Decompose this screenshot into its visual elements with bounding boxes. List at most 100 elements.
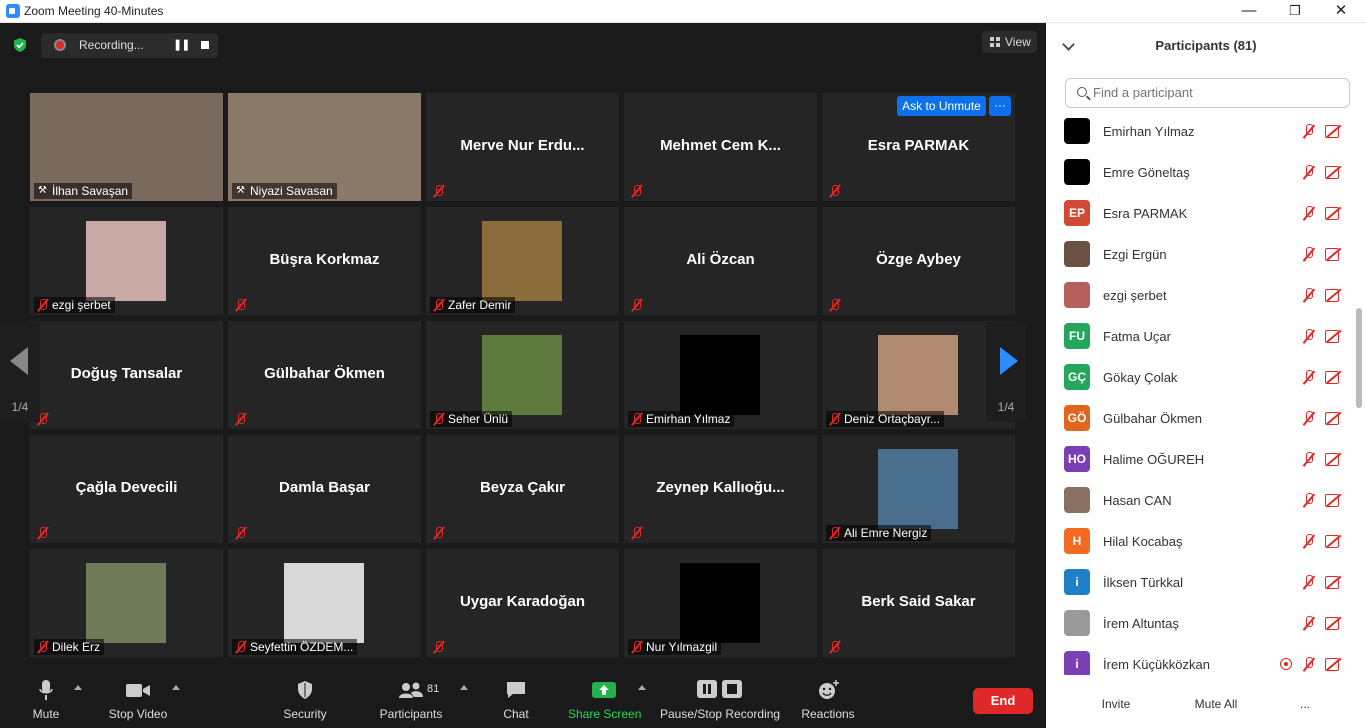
video-off-icon xyxy=(1325,125,1343,138)
window-title: Zoom Meeting 40-Minutes xyxy=(24,4,164,18)
participant-row[interactable]: ezgi şerbet xyxy=(1046,275,1356,316)
participants-options-caret[interactable] xyxy=(460,685,468,690)
ask-to-unmute-button[interactable]: Ask to Unmute xyxy=(897,96,986,116)
security-shield-icon[interactable] xyxy=(12,37,28,53)
tile-label-text: Seyfettin ÖZDEM... xyxy=(250,640,354,654)
participants-count: 81 xyxy=(427,683,440,695)
video-tile[interactable]: Ali Emre Nergiz xyxy=(822,435,1015,543)
video-tile[interactable]: Ali Özcan xyxy=(624,207,817,315)
video-tile[interactable]: Doğuş Tansalar xyxy=(30,321,223,429)
video-off-icon xyxy=(1325,617,1343,630)
close-button[interactable]: ✕ xyxy=(1318,0,1364,23)
video-tile[interactable]: Beyza Çakır xyxy=(426,435,619,543)
participants-icon xyxy=(399,682,423,698)
mute-options-caret[interactable] xyxy=(74,685,82,690)
participant-row[interactable]: Emirhan Yılmaz xyxy=(1046,111,1356,152)
participant-row[interactable]: FU Fatma Uçar xyxy=(1046,316,1356,357)
tile-label-text: Deniz Ortaçbayr... xyxy=(844,412,941,426)
tile-name-label: Zafer Demir xyxy=(430,297,516,313)
chat-button[interactable]: Chat xyxy=(496,679,536,723)
video-tile[interactable]: Zafer Demir xyxy=(426,207,619,315)
participant-row[interactable]: EP Esra PARMAK xyxy=(1046,193,1356,234)
mic-muted-icon xyxy=(1302,411,1316,426)
mic-muted-icon xyxy=(234,526,248,540)
participant-search[interactable] xyxy=(1065,78,1350,108)
video-off-icon xyxy=(1325,248,1343,261)
more-options-button[interactable]: ... xyxy=(1294,690,1316,716)
view-button[interactable]: View xyxy=(982,31,1037,53)
search-icon xyxy=(1077,87,1087,97)
video-tile[interactable]: Seher Ünlü xyxy=(426,321,619,429)
video-off-icon xyxy=(1325,166,1343,179)
participant-row[interactable]: i İlksen Türkkal xyxy=(1046,562,1356,603)
participant-row[interactable]: Ezgi Ergün xyxy=(1046,234,1356,275)
mic-muted-icon xyxy=(828,640,842,654)
video-tile[interactable]: Özge Aybey xyxy=(822,207,1015,315)
participant-row[interactable]: i İrem Küçükközkan xyxy=(1046,644,1356,675)
video-tile[interactable]: ezgi şerbet xyxy=(30,207,223,315)
video-off-icon xyxy=(1325,658,1343,671)
participant-row[interactable]: Hasan CAN xyxy=(1046,480,1356,521)
participant-list-scrollbar[interactable] xyxy=(1356,113,1362,673)
participant-row[interactable]: HO Halime OĞUREH xyxy=(1046,439,1356,480)
mute-all-button[interactable]: Mute All xyxy=(1186,690,1246,716)
video-options-caret[interactable] xyxy=(172,685,180,690)
video-tile[interactable]: Çağla Devecili xyxy=(30,435,223,543)
participant-row[interactable]: GÖ Gülbahar Ökmen xyxy=(1046,398,1356,439)
next-page-button[interactable]: 1/4 xyxy=(986,322,1026,422)
meeting-toolbar: Mute Stop Video Security Participants 81… xyxy=(0,667,1046,728)
video-tile[interactable]: Damla Başar xyxy=(228,435,421,543)
video-off-icon xyxy=(1325,412,1343,425)
mic-muted-icon xyxy=(1302,329,1316,344)
video-grid: İlhan Savaşan Niyazi Savasan Merve Nur Erd… xyxy=(30,93,1017,658)
participant-row[interactable]: H Hilal Kocabaş xyxy=(1046,521,1356,562)
video-tile[interactable]: İlhan Savaşan xyxy=(30,93,223,201)
mute-button[interactable]: Mute xyxy=(26,679,66,723)
zoom-app-icon xyxy=(6,4,20,18)
minimize-button[interactable]: — xyxy=(1226,0,1272,23)
video-tile[interactable]: Merve Nur Erdu... xyxy=(426,93,619,201)
video-tile[interactable]: Mehmet Cem K... xyxy=(624,93,817,201)
participant-row[interactable]: GÇ Gökay Çolak xyxy=(1046,357,1356,398)
video-tile[interactable]: Zeynep Kallıoğu... xyxy=(624,435,817,543)
video-tile[interactable]: Dilek Erz xyxy=(30,549,223,657)
tile-name-label: İlhan Savaşan xyxy=(34,183,133,199)
pause-stop-recording-button[interactable]: Pause/Stop Recording xyxy=(660,679,780,723)
mic-muted-icon xyxy=(36,526,50,540)
mic-muted-icon xyxy=(630,412,644,426)
tile-name: Mehmet Cem K... xyxy=(660,137,781,154)
recording-dot-icon xyxy=(54,39,66,51)
participant-search-input[interactable] xyxy=(1093,85,1333,100)
reactions-button[interactable]: Reactions xyxy=(800,679,856,723)
video-tile[interactable]: Büşra Korkmaz xyxy=(228,207,421,315)
participant-name: İrem Küçükközkan xyxy=(1103,657,1210,672)
participant-row[interactable]: İrem Altuntaş xyxy=(1046,603,1356,644)
scroll-thumb[interactable] xyxy=(1356,308,1362,408)
mic-muted-icon xyxy=(1302,124,1316,139)
avatar: HO xyxy=(1064,446,1090,472)
tile-more-button[interactable]: ··· xyxy=(989,96,1011,116)
video-tile[interactable]: Gülbahar Ökmen xyxy=(228,321,421,429)
stop-video-button[interactable]: Stop Video xyxy=(104,679,172,723)
video-tile[interactable]: Nur Yılmazgil xyxy=(624,549,817,657)
mute-label: Mute xyxy=(32,707,60,721)
share-options-caret[interactable] xyxy=(638,685,646,690)
mic-muted-icon xyxy=(828,412,842,426)
previous-page-button[interactable]: 1/4 xyxy=(0,322,40,422)
video-tile[interactable]: Berk Said Sakar xyxy=(822,549,1015,657)
stop-recording-icon[interactable] xyxy=(201,41,209,49)
video-tile[interactable]: Uygar Karadoğan xyxy=(426,549,619,657)
pause-recording-icon[interactable]: ❚❚ xyxy=(173,38,190,51)
end-meeting-button[interactable]: End xyxy=(973,688,1033,714)
video-off-icon xyxy=(1325,330,1343,343)
video-tile[interactable]: Seyfettin ÖZDEM... xyxy=(228,549,421,657)
invite-button[interactable]: Invite xyxy=(1094,690,1138,716)
security-button[interactable]: Security xyxy=(280,679,330,723)
mic-muted-icon xyxy=(630,184,644,198)
participants-panel-title: Participants (81) xyxy=(1155,38,1257,53)
restore-button[interactable]: ❐ xyxy=(1272,0,1318,23)
video-tile[interactable]: Niyazi Savasan xyxy=(228,93,421,201)
share-screen-button[interactable]: Share Screen xyxy=(568,679,641,723)
participant-row[interactable]: Emre Göneltaş xyxy=(1046,152,1356,193)
video-tile[interactable]: Emirhan Yılmaz xyxy=(624,321,817,429)
